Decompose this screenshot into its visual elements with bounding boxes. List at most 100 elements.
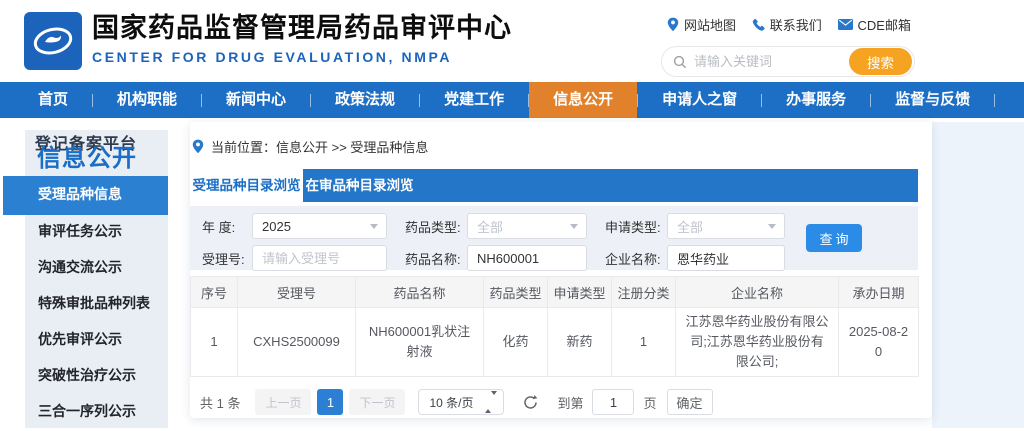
breadcrumb: 当前位置：信息公开 >> 受理品种信息 [192,137,918,156]
sidebar: 登记备案平台 信息公开 受理品种信息 审评任务公示 沟通交流公示 特殊审批品种列… [3,130,168,431]
apply-type-label: 申请类型: [605,219,661,235]
col-reg-class: 注册分类 [611,276,676,308]
company-label: 企业名称: [605,251,661,267]
col-apply-type: 申请类型 [547,276,612,308]
nav-separator [994,93,996,107]
nav-item-news[interactable]: 新闻中心 [202,82,310,118]
cell-apply-type: 新药 [547,306,612,378]
quick-links: 网站地图 联系我们 CDE邮箱 [661,15,915,34]
filter-panel: 年 度: 2025 药品类型: 全部 申请类型: 全部 受理号: 请输入受理号 … [190,206,918,271]
breadcrumb-label: 当前位置：信息公开 >> 受理品种信息 [211,140,429,155]
goto-prefix-label: 到第 [557,395,584,411]
chevron-down-icon [768,224,776,229]
nav-item-party[interactable]: 党建工作 [420,82,528,118]
next-page-button[interactable]: 下一页 [349,389,406,416]
page-size-select[interactable]: 10 条/页 [418,389,505,416]
header-utilities: 网站地图 联系我们 CDE邮箱 搜索 [661,15,915,77]
nav-item-home[interactable]: 首页 [14,82,92,118]
cell-reg-class: 1 [611,306,676,378]
nav-item-policy[interactable]: 政策法规 [311,82,419,118]
page-number-button[interactable]: 1 [317,389,344,416]
phone-icon [752,18,765,31]
sidebar-item-review-tasks[interactable]: 审评任务公示 [25,215,168,251]
contact-link-label: 联系我们 [769,18,822,33]
sidebar-item-three-in-one[interactable]: 三合一序列公示 [25,395,168,431]
page-size-value: 10 条/页 [429,395,474,410]
location-pin-icon [667,17,679,32]
drug-name-field-wrap [467,245,587,271]
sidebar-item-special-approval[interactable]: 特殊审批品种列表 [25,287,168,323]
location-pin-icon [192,139,204,154]
sidebar-header: 登记备案平台 信息公开 [25,130,168,176]
col-seq: 序号 [190,276,238,308]
drug-type-label: 药品类型: [405,219,461,235]
nav-item-supervision[interactable]: 监督与反馈 [871,82,994,118]
company-input[interactable] [677,250,775,266]
tab-under-review-catalog[interactable]: 在审品种目录浏览 [303,169,416,202]
cell-seq: 1 [190,306,238,378]
search-icon [673,55,687,69]
drug-type-select-value: 全部 [477,219,504,235]
search-input[interactable] [694,48,844,75]
nav-item-info-disclosure[interactable]: 信息公开 [529,82,638,118]
apply-type-select-value: 全部 [677,219,704,235]
sidebar-item-breakthrough-therapy[interactable]: 突破性治疗公示 [25,359,168,395]
mail-icon [837,19,853,30]
cell-date: 2025-08-20 [838,306,919,378]
apply-type-select[interactable]: 全部 [667,213,785,239]
nav-item-applicant-window[interactable]: 申请人之窗 [638,82,761,118]
query-button[interactable]: 查询 [806,224,862,252]
acceptance-no-label: 受理号: [202,251,245,267]
site-title: 国家药品监督管理局药品审评中心 [92,13,512,43]
col-drug-name: 药品名称 [355,276,484,308]
prev-page-button[interactable]: 上一页 [255,389,312,416]
pagination: 共 1 条 上一页 1 下一页 10 条/页 到第 页 确定 [200,389,918,416]
goto-page-input[interactable] [592,389,635,416]
col-acceptance-no: 受理号 [237,276,356,308]
year-select[interactable]: 2025 [252,213,387,239]
cell-drug-type: 化药 [483,306,548,378]
year-label: 年 度: [202,219,236,235]
refresh-icon[interactable] [522,394,539,411]
acceptance-no-input[interactable] [262,250,377,266]
col-company: 企业名称 [675,276,839,308]
right-background-panel [932,122,1024,428]
contact-link[interactable]: 联系我们 [752,15,822,34]
main-nav: 首页 机构职能 新闻中心 政策法规 党建工作 信息公开 申请人之窗 办事服务 监… [0,82,1024,118]
chevron-down-icon [570,224,578,229]
cell-acceptance-no: CXHS2500099 [237,306,356,378]
site-subtitle: CENTER FOR DRUG EVALUATION, NMPA [92,49,453,66]
col-drug-type: 药品类型 [483,276,548,308]
sidebar-item-accepted-varieties[interactable]: 受理品种信息 [3,176,168,215]
nav-item-functions[interactable]: 机构职能 [93,82,201,118]
nav-item-services[interactable]: 办事服务 [762,82,870,118]
confirm-button[interactable]: 确定 [666,389,713,416]
cde-mail-link-label: CDE邮箱 [857,18,911,33]
sidebar-title: 信息公开 [37,145,137,172]
cell-company: 江苏恩华药业股份有限公司;江苏恩华药业股份有限公司; [675,306,839,378]
goto-suffix-label: 页 [643,395,657,411]
drug-name-label: 药品名称: [405,251,461,267]
sitemap-link[interactable]: 网站地图 [667,15,736,34]
year-select-value: 2025 [262,218,291,234]
chevron-down-icon [370,224,378,229]
drug-name-input[interactable] [477,250,577,266]
site-header: 国家药品监督管理局药品审评中心 CENTER FOR DRUG EVALUATI… [0,0,1024,82]
sidebar-item-priority-review[interactable]: 优先审评公示 [25,323,168,359]
content-card: 当前位置：信息公开 >> 受理品种信息 受理品种目录浏览 在审品种目录浏览 年 … [190,122,932,418]
tab-bar: 受理品种目录浏览 在审品种目录浏览 [190,169,918,202]
cde-logo-icon [24,12,82,70]
sidebar-item-communication[interactable]: 沟通交流公示 [25,251,168,287]
table-header-row: 序号 受理号 药品名称 药品类型 申请类型 注册分类 企业名称 承办日期 [190,276,919,308]
stepper-arrows-icon [485,391,498,414]
cde-mail-link[interactable]: CDE邮箱 [837,15,911,34]
drug-type-select[interactable]: 全部 [467,213,587,239]
site-search: 搜索 [661,46,915,77]
tab-accepted-catalog[interactable]: 受理品种目录浏览 [190,169,303,202]
acceptance-no-field-wrap [252,245,387,271]
site-title-block: 国家药品监督管理局药品审评中心 CENTER FOR DRUG EVALUATI… [92,13,512,65]
cell-drug-name: NH600001乳状注射液 [355,306,484,378]
main-area: 登记备案平台 信息公开 受理品种信息 审评任务公示 沟通交流公示 特殊审批品种列… [0,118,1024,428]
search-button[interactable]: 搜索 [849,48,912,75]
table-row: 1 CXHS2500099 NH600001乳状注射液 化药 新药 1 江苏恩华… [190,306,919,378]
